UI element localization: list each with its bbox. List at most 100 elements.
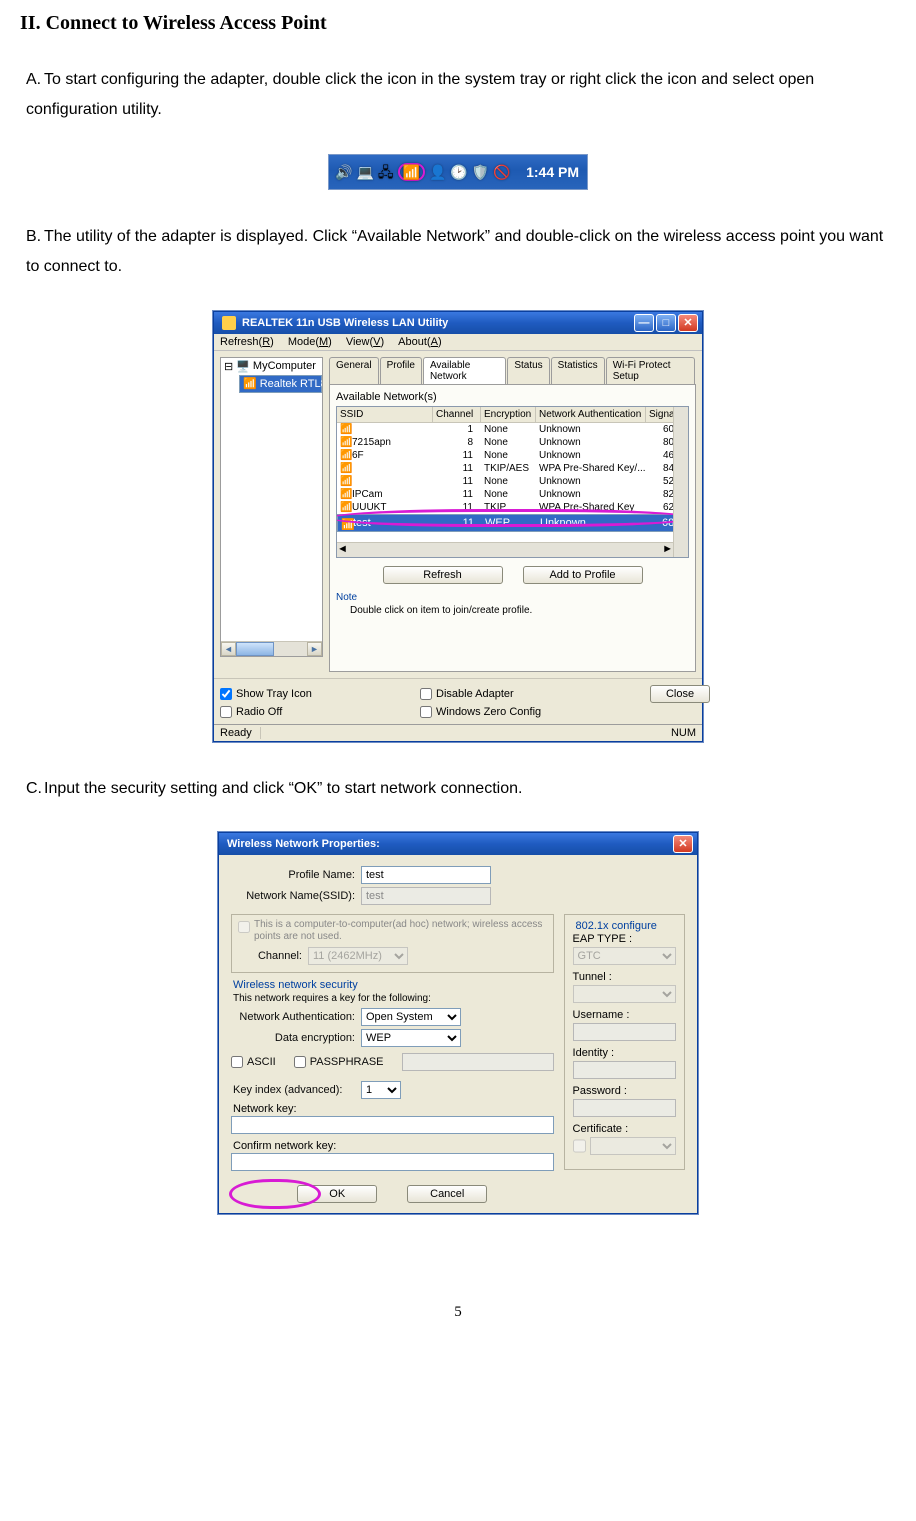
list-scrollbar-v[interactable] [673,407,688,557]
identity-input [573,1061,676,1079]
adapter-icon: 📶 [243,377,257,390]
network-row[interactable]: 📶6F11NoneUnknown46% [337,449,688,462]
key-index-label: Key index (advanced): [231,1084,361,1096]
ok-button[interactable]: OK [297,1185,377,1203]
cell-channel: 11 [434,516,482,530]
profile-name-input[interactable] [361,866,491,884]
profile-name-label: Profile Name: [231,869,361,881]
menu-mode[interactable]: Mode(M) [288,336,332,348]
tree-collapse-icon[interactable]: ⊟ [224,360,233,373]
tab-statistics[interactable]: Statistics [551,357,605,384]
show-tray-checkbox[interactable]: Show Tray Icon [220,685,420,703]
signal-icon: 📶 [341,518,351,528]
volume-icon[interactable]: 🔊 [335,165,352,179]
signal-icon: 📶 [340,450,350,460]
paragraph-c: C.Input the security setting and click “… [26,774,896,804]
network-key-input[interactable] [231,1116,554,1134]
paragraph-b: B.The utility of the adapter is displaye… [26,222,896,283]
confirm-key-input[interactable] [231,1153,554,1171]
header-ssid[interactable]: SSID [337,407,433,422]
net-auth-select[interactable]: Open System [361,1008,461,1026]
close-button-bottom[interactable]: Close [650,685,710,703]
device-tree[interactable]: ⊟🖥️MyComputer 📶Realtek RTL8191SU ◄ ► [220,357,323,657]
list-scrollbar-h[interactable]: ◄ ► [337,542,673,557]
tab-general[interactable]: General [329,357,379,384]
cell-auth: Unknown [536,423,646,436]
close-button[interactable]: ✕ [678,314,698,332]
clock-sync-icon[interactable]: 🕑 [450,165,467,179]
passphrase-input [402,1053,554,1071]
cell-encryption: TKIP/AES [481,462,536,475]
network-row[interactable]: 📶11TKIP/AESWPA Pre-Shared Key/...84% [337,462,688,475]
tab-wps[interactable]: Wi-Fi Protect Setup [606,357,695,384]
refresh-button[interactable]: Refresh [383,566,503,584]
scroll-left-icon[interactable]: ◄ [337,543,348,557]
menu-about[interactable]: About(A) [398,336,441,348]
msn-icon[interactable]: 👤 [429,165,446,179]
tab-status[interactable]: Status [507,357,549,384]
cell-encryption: TKIP [481,501,536,514]
scroll-left-icon[interactable]: ◄ [221,642,236,656]
net-auth-label: Network Authentication: [231,1011,361,1023]
network-list[interactable]: SSID Channel Encryption Network Authenti… [336,406,689,558]
header-encryption[interactable]: Encryption [481,407,536,422]
data-enc-select[interactable]: WEP [361,1029,461,1047]
maximize-button[interactable]: □ [656,314,676,332]
block-icon[interactable]: 🚫 [493,165,510,179]
ascii-checkbox[interactable]: ASCII [231,1056,282,1068]
monitor-icon[interactable]: 💻 [356,165,373,179]
scroll-right-icon[interactable]: ► [307,642,322,656]
tab-available-network[interactable]: Available Network [423,357,506,384]
certificate-select [590,1137,676,1155]
cell-encryption: None [481,488,536,501]
ssid-label: Network Name(SSID): [231,890,361,902]
cell-channel: 11 [433,449,481,462]
cell-encryption: None [481,449,536,462]
status-num: NUM [671,727,696,739]
status-ready: Ready [220,727,261,739]
network-row[interactable]: 📶IPCam11NoneUnknown82% [337,488,688,501]
passphrase-checkbox[interactable]: PASSPHRASE [294,1056,390,1068]
network-row[interactable]: 📶1NoneUnknown60% [337,423,688,436]
cancel-button[interactable]: Cancel [407,1185,487,1203]
tree-adapter[interactable]: Realtek RTL8191SU [260,378,323,390]
network-row[interactable]: 📶UUUKT11TKIPWPA Pre-Shared Key62% [337,501,688,514]
scroll-right-icon[interactable]: ► [662,543,673,557]
certificate-checkbox [573,1137,586,1155]
tab-profile[interactable]: Profile [380,357,422,384]
radio-off-checkbox[interactable]: Radio Off [220,706,420,718]
header-channel[interactable]: Channel [433,407,481,422]
menu-view[interactable]: View(V) [346,336,384,348]
paragraph-a: A.To start configuring the adapter, doub… [26,65,896,126]
titlebar[interactable]: REALTEK 11n USB Wireless LAN Utility — □… [214,312,702,334]
cell-channel: 8 [433,436,481,449]
props-close-button[interactable]: ✕ [673,835,693,853]
header-auth[interactable]: Network Authentication [536,407,646,422]
network-row[interactable]: 📶test11WEPUnknown68% [337,514,688,532]
network-row[interactable]: 📶11NoneUnknown52% [337,475,688,488]
network-row[interactable]: 📶7215apn8NoneUnknown80% [337,436,688,449]
props-titlebar[interactable]: Wireless Network Properties: ✕ [219,833,697,855]
properties-dialog: Wireless Network Properties: ✕ Profile N… [218,832,698,1214]
app-icon [222,316,236,330]
cell-ssid: 6F [352,450,364,461]
page-number: 5 [20,1304,896,1321]
cell-channel: 11 [433,488,481,501]
menu-refresh[interactable]: Refresh(R) [220,336,274,348]
tree-root[interactable]: MyComputer [253,360,316,372]
tray-clock: 1:44 PM [526,164,587,180]
confirm-key-label: Confirm network key: [233,1140,554,1152]
wzc-checkbox[interactable]: Windows Zero Config [420,706,640,718]
shield-icon[interactable]: 🛡️ [472,165,489,179]
add-to-profile-button[interactable]: Add to Profile [523,566,643,584]
network-icon[interactable]: 🖧 [378,165,394,179]
wireless-utility-icon[interactable]: 📶 [403,164,420,180]
scroll-thumb[interactable] [236,642,274,656]
utility-window: REALTEK 11n USB Wireless LAN Utility — □… [213,311,703,742]
key-index-select[interactable]: 1 [361,1081,401,1099]
tree-scrollbar[interactable]: ◄ ► [221,641,322,656]
minimize-button[interactable]: — [634,314,654,332]
disable-adapter-checkbox[interactable]: Disable Adapter [420,685,640,703]
section-heading: II. Connect to Wireless Access Point [20,12,896,35]
cell-channel: 1 [433,423,481,436]
